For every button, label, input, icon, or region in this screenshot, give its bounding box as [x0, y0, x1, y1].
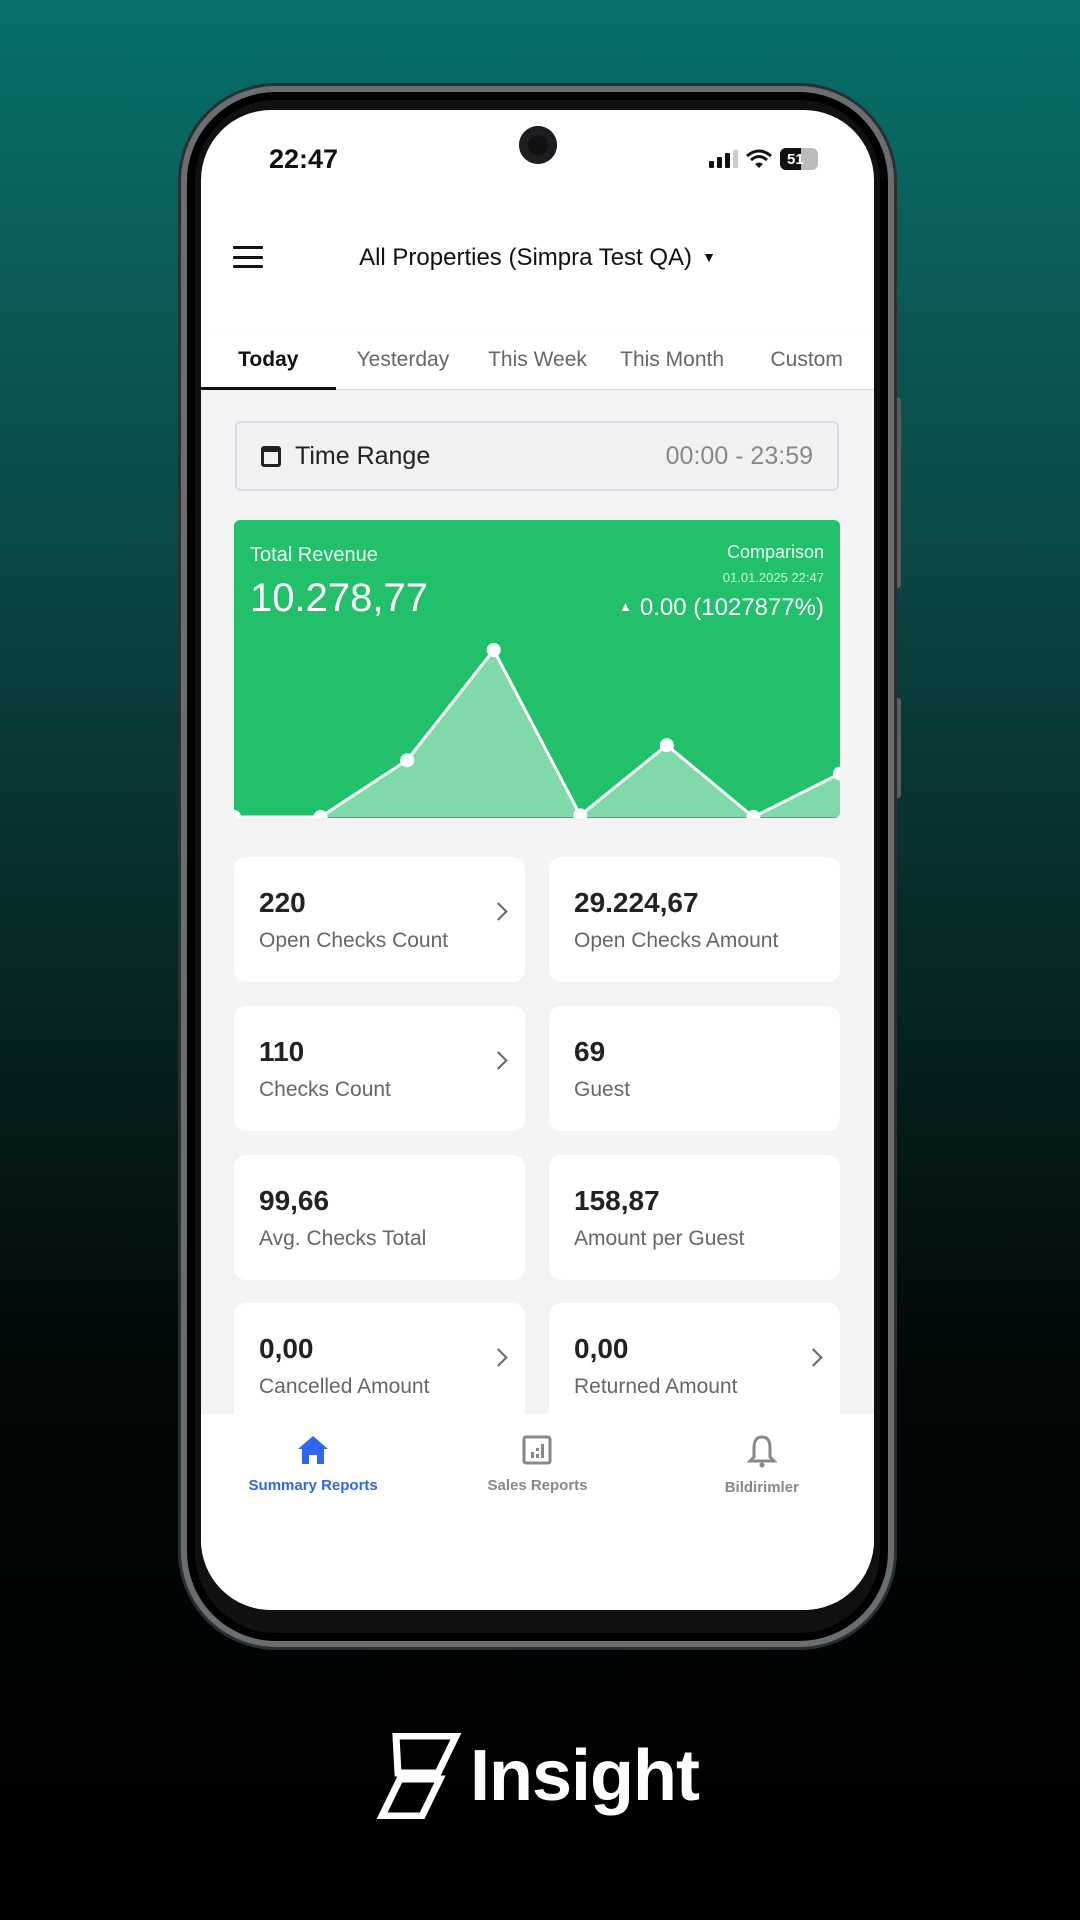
status-time: 22:47 — [269, 144, 339, 174]
nav-label: Sales Reports — [487, 1477, 588, 1494]
brand-name: Insight — [470, 1736, 700, 1816]
insight-logo-mark — [376, 1733, 462, 1819]
card-label: Amount per Guest — [574, 1227, 745, 1250]
total-revenue-title: Total Revenue — [250, 544, 378, 566]
chevron-right-icon — [489, 1348, 508, 1367]
card-label: Open Checks Count — [259, 929, 449, 952]
phone-volume-button — [893, 398, 901, 588]
card-value: 69 — [574, 1036, 606, 1067]
card-label: Avg. Checks Total — [259, 1227, 427, 1250]
nav-summary-reports[interactable]: Summary Reports — [201, 1414, 425, 1610]
total-revenue-value: 10.278,77 — [250, 576, 428, 620]
tab-this-week[interactable]: This Week — [470, 332, 605, 389]
caret-down-icon: ▼ — [702, 249, 716, 265]
comparison-change: ▲ 0.00 (1027877%) — [619, 594, 824, 622]
comparison-date: 01.01.2025 22:47 — [722, 570, 824, 585]
chevron-right-icon — [804, 1348, 823, 1367]
amount-per-guest-card: 158,87 Amount per Guest — [549, 1155, 840, 1280]
card-value: 110 — [259, 1036, 305, 1067]
card-value: 0,00 — [259, 1333, 314, 1364]
revenue-point — [659, 738, 674, 753]
battery-icon: 51 — [780, 148, 818, 170]
time-range-selector[interactable]: Time Range 00:00 - 23:59 — [235, 421, 839, 491]
status-icons: 51 — [709, 148, 818, 170]
chevron-right-icon — [489, 902, 508, 921]
checks-count-card[interactable]: 110 Checks Count — [234, 1006, 525, 1131]
time-range-label: Time Range — [295, 441, 431, 470]
front-camera — [519, 126, 557, 164]
nav-label: Summary Reports — [248, 1477, 378, 1494]
avg-checks-total-card: 99,66 Avg. Checks Total — [234, 1155, 525, 1280]
total-revenue-card: Total Revenue 10.278,77 Comparison 01.01… — [234, 520, 840, 818]
open-checks-count-card[interactable]: 220 Open Checks Count — [234, 857, 525, 982]
open-checks-amount-card: 29.224,67 Open Checks Amount — [549, 857, 840, 982]
bottom-nav: Summary Reports Sales Reports Bildirimle… — [201, 1414, 874, 1610]
revenue-point — [486, 643, 501, 657]
property-selector-label: All Properties (Simpra Test QA) — [359, 244, 693, 271]
tab-custom[interactable]: Custom — [739, 332, 874, 389]
card-label: Open Checks Amount — [574, 929, 779, 952]
property-selector[interactable]: All Properties (Simpra Test QA) ▼ — [201, 244, 874, 272]
comparison-label: Comparison — [726, 542, 824, 562]
returned-amount-card[interactable]: 0,00 Returned Amount — [549, 1303, 840, 1428]
nav-sales-reports[interactable]: Sales Reports — [425, 1414, 649, 1610]
card-label: Guest — [574, 1078, 631, 1101]
revenue-point — [313, 810, 328, 818]
signal-icon — [709, 150, 738, 168]
tab-this-month[interactable]: This Month — [605, 332, 740, 389]
card-value: 158,87 — [574, 1185, 660, 1216]
insight-logo: Insight — [376, 1733, 700, 1819]
card-value: 29.224,67 — [574, 887, 699, 918]
card-label: Checks Count — [259, 1078, 391, 1101]
tab-yesterday[interactable]: Yesterday — [336, 332, 471, 389]
nav-label: Bildirimler — [724, 1479, 799, 1496]
home-icon — [298, 1436, 329, 1464]
date-tabs: Today Yesterday This Week This Month Cus… — [201, 332, 874, 390]
report-chart-icon — [522, 1435, 552, 1465]
card-value: 0,00 — [574, 1333, 629, 1364]
cancelled-amount-card[interactable]: 0,00 Cancelled Amount — [234, 1303, 525, 1428]
triangle-up-icon: ▲ — [618, 599, 632, 614]
phone-power-button — [893, 698, 901, 798]
guest-card: 69 Guest — [549, 1006, 840, 1131]
nav-bildirimler[interactable]: Bildirimler — [650, 1414, 874, 1610]
app-screen: 22:47 51 All Properties (Simpra Test QA)… — [201, 110, 874, 1610]
revenue-point — [234, 810, 241, 818]
chevron-right-icon — [489, 1051, 508, 1070]
comparison-value: 0.00 (1027877%) — [639, 594, 824, 621]
tab-today[interactable]: Today — [201, 332, 336, 390]
revenue-point — [400, 753, 415, 768]
card-value: 99,66 — [259, 1185, 330, 1216]
card-value: 220 — [259, 887, 306, 918]
bell-icon — [746, 1435, 778, 1468]
card-label: Returned Amount — [574, 1375, 738, 1398]
card-label: Cancelled Amount — [259, 1375, 430, 1398]
time-range-value: 00:00 - 23:59 — [665, 441, 813, 470]
wifi-icon — [746, 149, 772, 168]
calendar-icon — [261, 445, 281, 467]
